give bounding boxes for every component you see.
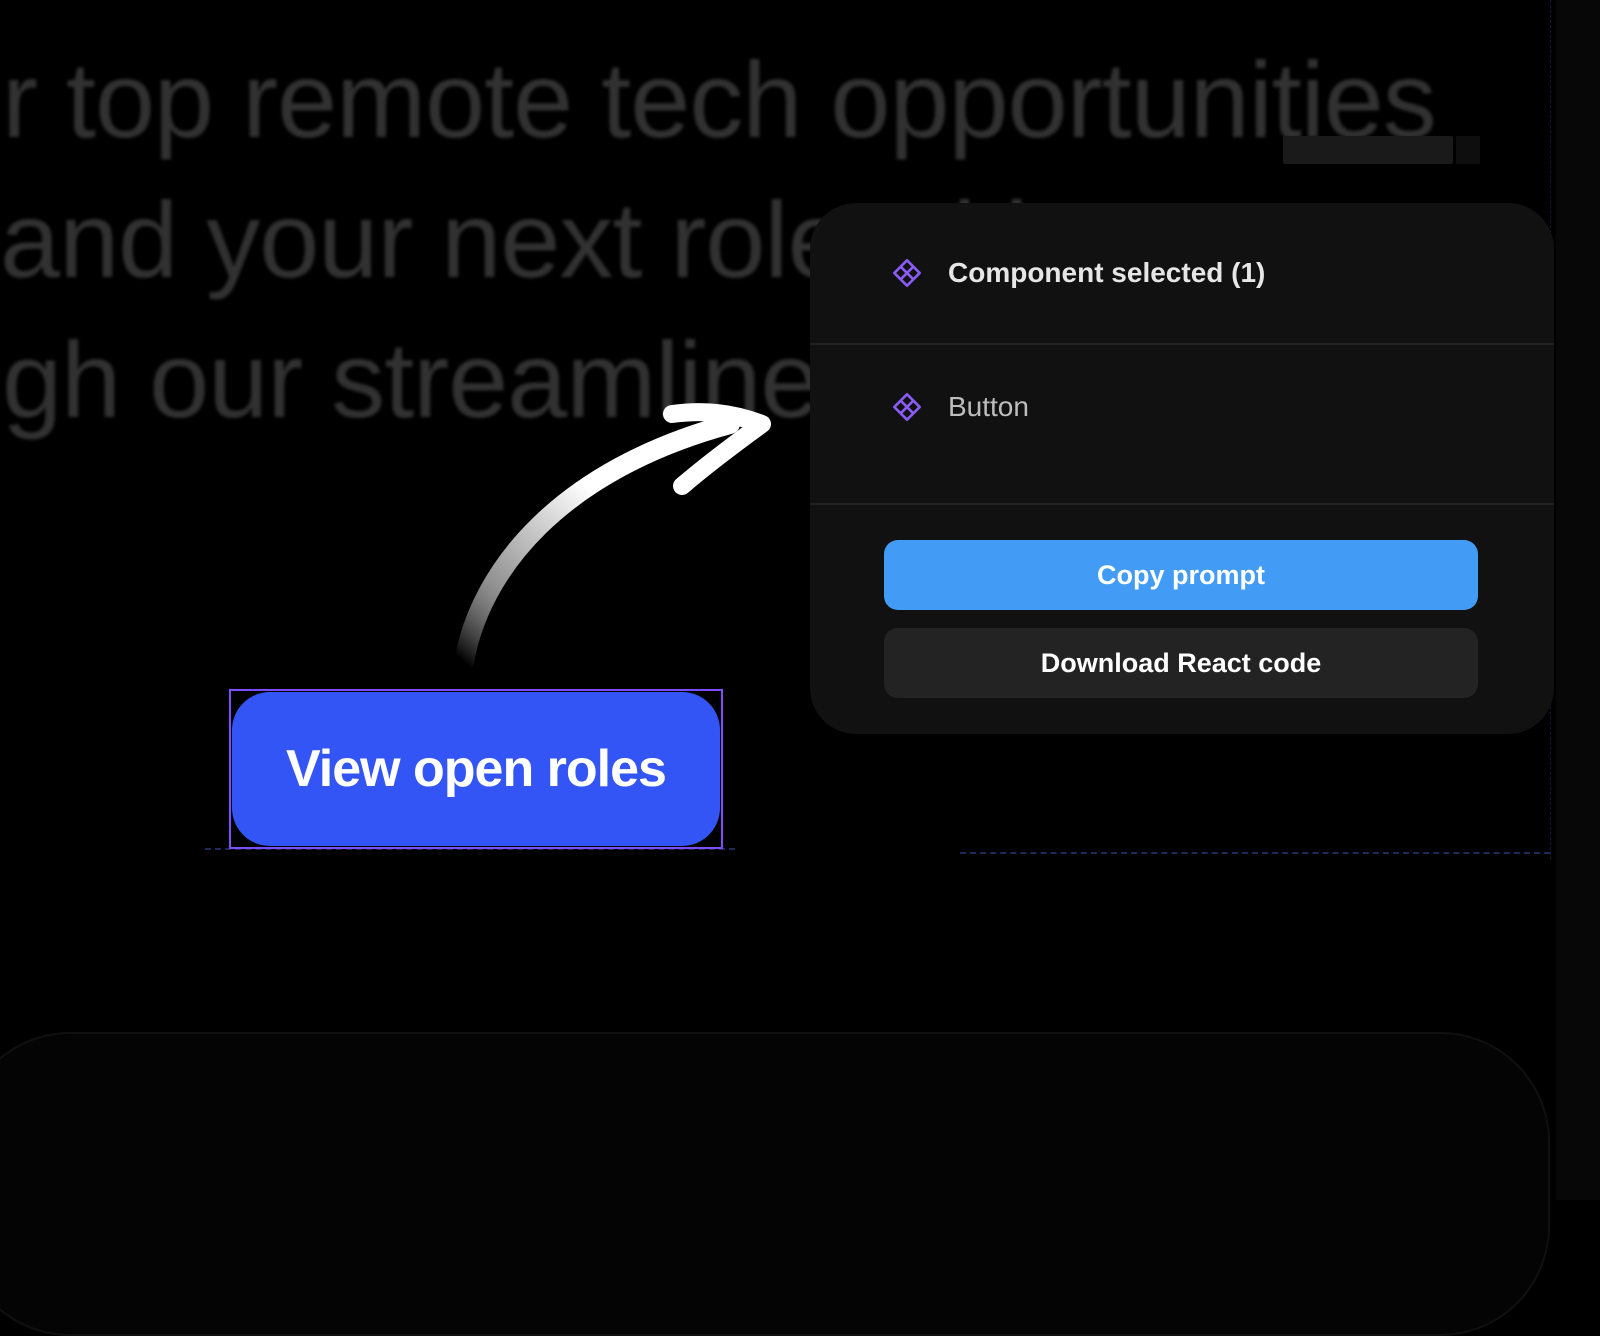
- background-placeholder-block: [1456, 136, 1480, 164]
- component-inspector-panel: Component selected (1) Button Copy promp…: [810, 203, 1554, 734]
- hero-line-1: r top remote tech opportunities: [2, 39, 1437, 160]
- component-list-item[interactable]: Button: [810, 345, 1554, 505]
- background-bottom-card: [0, 1032, 1550, 1336]
- component-name-label: Button: [948, 391, 1029, 422]
- component-icon: [892, 258, 922, 288]
- layout-guide-line: [960, 852, 1550, 854]
- right-edge-strip: [1556, 0, 1600, 1200]
- background-placeholder-bar: [1283, 136, 1453, 164]
- view-open-roles-button[interactable]: View open roles: [232, 692, 720, 846]
- selection-status-row: Component selected (1): [810, 203, 1554, 345]
- component-icon: [892, 392, 922, 422]
- pointer-arrow-icon: [454, 403, 771, 672]
- selection-status-label: Component selected (1): [948, 257, 1266, 288]
- copy-prompt-button[interactable]: Copy prompt: [884, 540, 1478, 610]
- download-react-code-button[interactable]: Download React code: [884, 628, 1478, 698]
